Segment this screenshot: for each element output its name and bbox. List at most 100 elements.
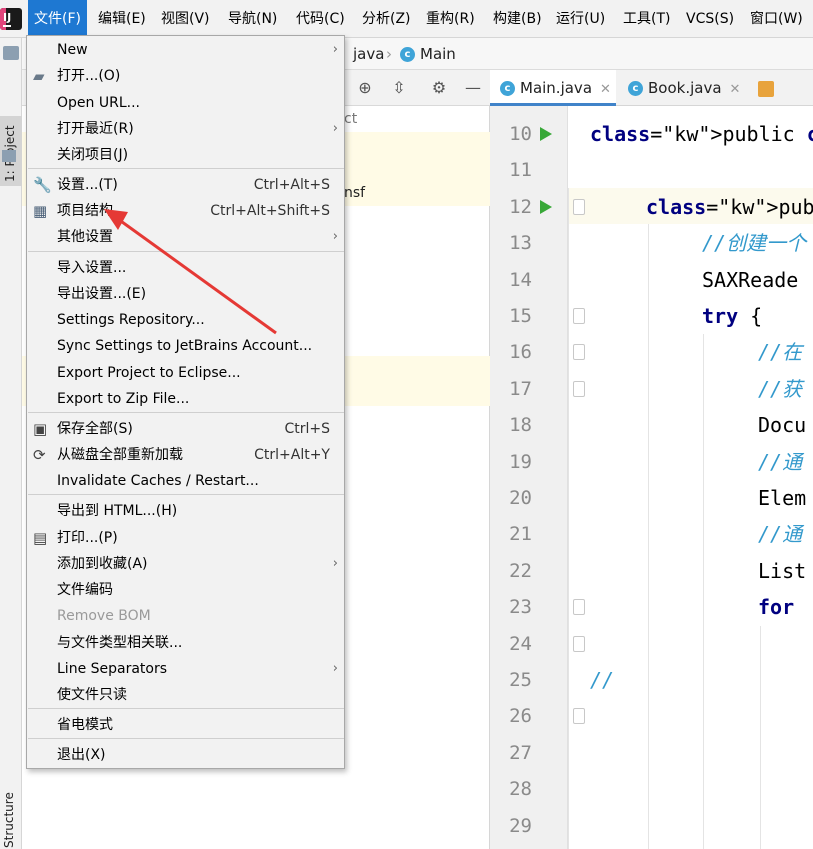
menu-separator [28,738,344,739]
tab-label: Book.java [648,79,722,97]
breadcrumb-java[interactable]: java [353,38,384,70]
menu-item-label: 添加到收藏(A) [57,556,148,572]
code-line: for [758,595,795,620]
fold-marker-icon[interactable] [573,599,585,616]
line-number: 10 [509,123,532,145]
file-menu-item[interactable]: ▰ 打开...(O) [27,63,344,89]
line-number: 16 [509,341,532,364]
project-tree-fragment: nsf [344,185,366,201]
tab-book-java[interactable]: c Book.java ✕ [618,70,746,106]
code-editor[interactable]: class="kw">public class Mai class="kw">pu… [568,106,813,849]
indent-guide [703,334,704,849]
line-number: 15 [509,305,532,327]
file-menu-item[interactable]: 导入设置... [27,255,344,281]
menu-item-label: Remove BOM [57,608,151,624]
file-menu-item[interactable]: ⟳ 从磁盘全部重新加载 Ctrl+Alt+Y [27,442,344,468]
xml-file-icon [758,80,774,97]
file-menu-item[interactable]: 导出设置...(E) [27,281,344,307]
file-menu-item[interactable]: New › [27,37,344,63]
close-icon[interactable]: ✕ [600,82,611,97]
code-line: class="kw">public stati [646,194,813,219]
menu-edit[interactable]: 编辑(E) [92,0,152,38]
menu-vcs[interactable]: VCS(S) [680,0,740,38]
menu-item-label: Export to Zip File... [57,391,190,407]
tab-label: Main.java [520,79,593,97]
file-menu-dropdown: New › ▰ 打开...(O) Open URL... 打开最近(R) › 关闭项目(J) 🔧… [26,35,345,769]
file-menu-item[interactable]: ▣ 保存全部(S) Ctrl+S [27,416,344,442]
file-menu-item[interactable]: 与文件类型相关联... [27,630,344,656]
file-menu-item[interactable]: 使文件只读 [27,682,344,708]
file-menu-item[interactable]: Export to Zip File... [27,386,344,412]
file-menu-item[interactable]: 退出(X) [27,742,344,768]
run-icon[interactable] [540,127,552,141]
line-number: 20 [509,487,532,509]
fold-marker-icon[interactable] [573,380,585,397]
breadcrumb-main[interactable]: c Main [400,38,456,70]
line-number: 25 [509,669,532,691]
menu-file[interactable]: 文件(F) [28,0,87,38]
file-menu-item[interactable]: Settings Repository... [27,307,344,333]
menu-item-label: 导出设置...(E) [57,286,147,302]
indent-guide [568,188,569,849]
file-menu-item[interactable]: 文件编码 [27,577,344,603]
structure-tab-label[interactable]: Structure [2,792,16,848]
file-menu-item[interactable]: 导出到 HTML...(H) [27,498,344,524]
save-icon: ▣ [33,420,48,438]
file-menu-item[interactable]: 添加到收藏(A) › [27,551,344,577]
fold-marker-icon[interactable] [573,344,585,361]
run-icon[interactable] [540,199,552,214]
menu-refactor[interactable]: 重构(R) [420,0,481,38]
file-menu-item[interactable]: 🔧 设置...(T) Ctrl+Alt+S [27,172,344,198]
menu-code[interactable]: 代码(C) [290,0,351,38]
code-line: class="kw">public class Mai [590,122,813,146]
fold-marker-icon[interactable] [573,308,585,324]
line-number: 14 [509,268,532,291]
file-menu-item[interactable]: Line Separators › [27,656,344,682]
collapse-all-icon[interactable]: ⇳ [389,78,409,98]
menu-window[interactable]: 窗口(W) [744,0,809,38]
code-line: List [758,558,807,583]
menu-item-label: Export Project to Eclipse... [57,365,241,381]
line-number: 23 [509,596,532,619]
menu-separator [28,168,344,169]
close-icon[interactable]: ✕ [730,82,741,97]
line-number: 24 [509,632,532,655]
menu-item-label: 项目结构... [57,203,127,219]
hide-icon[interactable]: — [463,78,483,98]
tab-main-java[interactable]: c Main.java ✕ [490,70,616,106]
menu-tools[interactable]: 工具(T) [617,0,676,38]
menu-analyze[interactable]: 分析(Z) [356,0,417,38]
menu-item-label: 关闭项目(J) [57,147,129,163]
fold-marker-icon[interactable] [573,198,585,215]
file-menu-item[interactable]: 关闭项目(J) [27,142,344,168]
code-line: //通 [758,449,803,474]
file-menu-item[interactable]: ▦ 项目结构... Ctrl+Alt+Shift+S [27,198,344,224]
file-menu-item[interactable]: Export Project to Eclipse... [27,360,344,386]
menu-build[interactable]: 构建(B) [487,0,548,38]
menu-bar: IJ 文件(F) 编辑(E) 视图(V) 导航(N) 代码(C) 分析(Z) 重… [0,0,813,38]
fold-marker-icon[interactable] [573,708,585,725]
file-menu-item[interactable]: 省电模式 [27,712,344,738]
gear-icon[interactable]: ⚙ [429,78,449,98]
file-menu-item[interactable]: ▤ 打印...(P) [27,525,344,551]
tab-book-xml[interactable]: book [748,70,813,133]
menu-run[interactable]: 运行(U) [550,0,611,38]
file-menu-item[interactable]: Invalidate Caches / Restart... [27,468,344,494]
code-line: // [590,668,615,692]
file-menu-item[interactable]: 打开最近(R) › [27,116,344,142]
line-number: 19 [509,450,532,473]
file-menu-item[interactable]: Open URL... [27,90,344,116]
fold-marker-icon[interactable] [573,635,585,652]
file-menu-item[interactable]: 其他设置 › [27,224,344,250]
menu-item-label: Open URL... [57,95,140,111]
editor-tab-bar: c Main.java ✕ c Book.java ✕ book [490,70,813,133]
menu-view[interactable]: 视图(V) [155,0,216,38]
locate-icon[interactable]: ⊕ [355,78,375,98]
file-menu-item[interactable]: Sync Settings to JetBrains Account... [27,333,344,359]
file-menu-item: Remove BOM [27,603,344,629]
menu-separator [28,494,344,495]
menu-navigate[interactable]: 导航(N) [222,0,283,38]
menu-item-label: 从磁盘全部重新加载 [57,447,183,463]
code-line: try { [702,304,763,328]
left-tool-strip: 1: Project Structure [0,38,22,849]
